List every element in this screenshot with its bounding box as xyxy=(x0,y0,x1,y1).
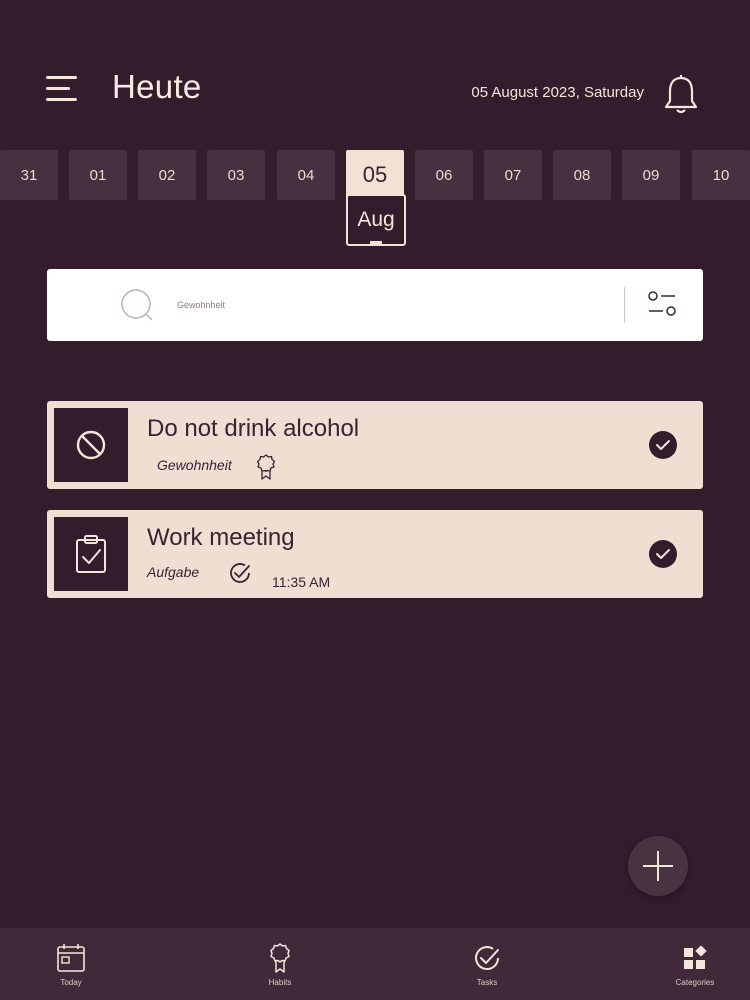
clipboard-check-icon xyxy=(54,517,128,591)
filter-icon[interactable] xyxy=(647,291,679,319)
tab-today[interactable]: Today xyxy=(26,928,116,1000)
prohibited-icon xyxy=(54,408,128,482)
day-cell[interactable]: 10 xyxy=(692,150,750,200)
tab-categories[interactable]: Categories xyxy=(650,928,740,1000)
item-type: Gewohnheit xyxy=(157,457,232,473)
selected-month-label: Aug xyxy=(357,208,395,231)
day-cell[interactable]: 31 xyxy=(0,150,58,200)
header: Heute 05 August 2023, Saturday xyxy=(0,0,750,140)
list-item[interactable]: Work meeting Aufgabe 11:35 AM xyxy=(47,510,703,598)
day-cell[interactable]: 09 xyxy=(622,150,680,200)
tab-label: Today xyxy=(60,978,82,987)
day-cell[interactable]: 03 xyxy=(207,150,265,200)
tab-habits[interactable]: Habits xyxy=(235,928,325,1000)
bell-icon[interactable] xyxy=(662,74,700,116)
day-cell[interactable]: 04 xyxy=(277,150,335,200)
tab-label: Habits xyxy=(268,978,292,987)
tab-tasks[interactable]: Tasks xyxy=(442,928,532,1000)
complete-toggle[interactable] xyxy=(649,540,677,568)
categories-icon xyxy=(680,942,710,974)
complete-toggle[interactable] xyxy=(649,431,677,459)
item-type: Aufgabe xyxy=(147,564,200,580)
check-circle-icon xyxy=(472,942,502,974)
day-cell-selected[interactable]: 05 xyxy=(346,150,404,200)
selected-month: Aug xyxy=(346,194,406,246)
tab-label: Tasks xyxy=(476,978,498,987)
plus-icon xyxy=(643,851,673,881)
bottom-tab-bar: Today Habits Tasks Categories xyxy=(0,928,750,1000)
menu-icon[interactable] xyxy=(46,74,78,104)
search-icon xyxy=(119,287,155,323)
day-cell[interactable]: 02 xyxy=(138,150,196,200)
day-cell[interactable]: 08 xyxy=(553,150,611,200)
list-item[interactable]: Do not drink alcohol Gewohnheit xyxy=(47,401,703,489)
calendar-icon xyxy=(56,942,86,974)
divider xyxy=(624,287,625,323)
day-cell[interactable]: 06 xyxy=(415,150,473,200)
current-date: 05 August 2023, Saturday xyxy=(471,84,644,101)
search-bar xyxy=(47,269,703,341)
award-icon xyxy=(265,942,295,974)
day-cell[interactable]: 07 xyxy=(484,150,542,200)
day-cell[interactable]: 01 xyxy=(69,150,127,200)
item-title: Do not drink alcohol xyxy=(147,415,360,442)
item-time: 11:35 AM xyxy=(272,574,331,590)
check-circle-icon xyxy=(228,561,252,585)
award-icon xyxy=(255,453,277,481)
tab-label: Categories xyxy=(675,978,715,987)
item-title: Work meeting xyxy=(147,524,295,551)
search-input[interactable] xyxy=(175,289,649,321)
add-button[interactable] xyxy=(628,836,688,896)
page-title: Heute xyxy=(112,68,202,105)
